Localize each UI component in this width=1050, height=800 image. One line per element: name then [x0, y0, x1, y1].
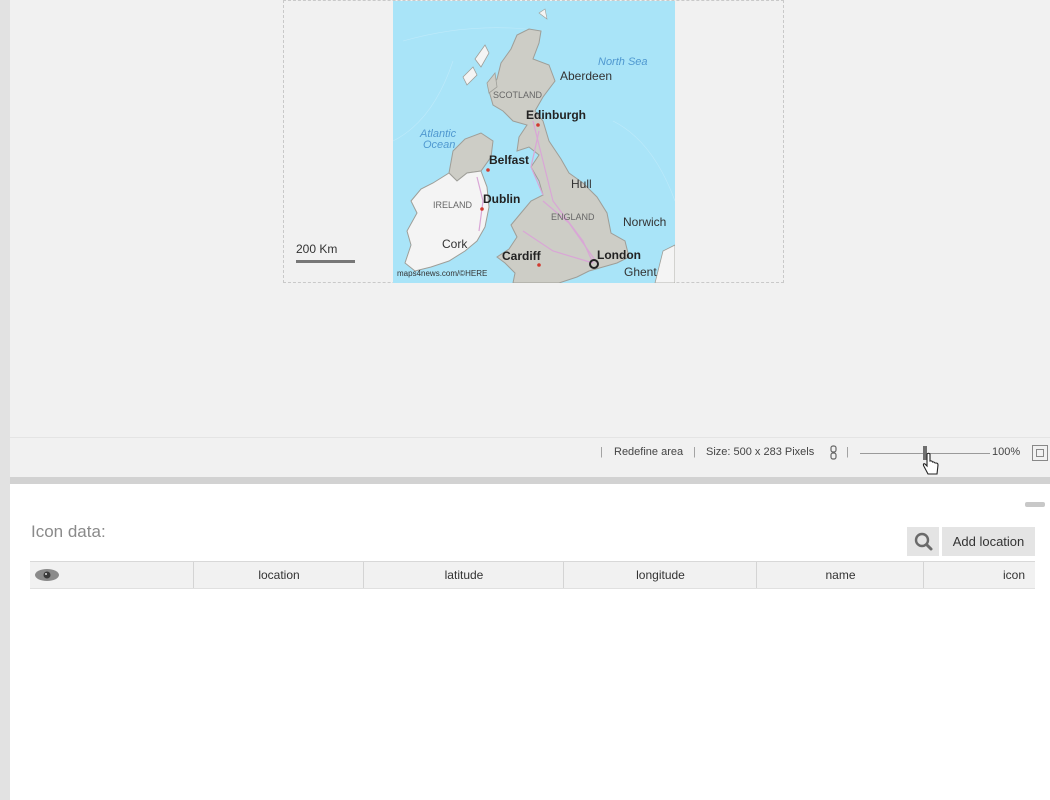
label-hull: Hull: [571, 177, 592, 191]
map-attribution: maps4news.com/©HERE: [397, 269, 488, 278]
link-aspect-icon[interactable]: [830, 445, 837, 463]
column-header-latitude[interactable]: latitude: [363, 562, 564, 588]
label-ocean: Ocean: [423, 139, 456, 151]
label-scotland: SCOTLAND: [493, 90, 543, 100]
panel-collapse-button[interactable]: [1025, 502, 1045, 507]
scale-label: 200 Km: [296, 242, 338, 256]
label-dublin: Dublin: [483, 192, 521, 206]
label-cardiff: Cardiff: [502, 249, 541, 263]
panel-title: Icon data:: [31, 522, 106, 541]
size-readout: Size: 500 x 283 Pixels: [706, 446, 815, 458]
label-norwich: Norwich: [623, 215, 667, 229]
redefine-area-button[interactable]: Redefine area: [614, 446, 683, 458]
label-london: London: [597, 248, 641, 262]
icon-data-panel: Icon data: Add location location latitud…: [10, 484, 1050, 800]
zoom-readout: 100%: [992, 446, 1021, 458]
table-header: location latitude longitude name icon: [30, 561, 1035, 589]
label-edinburgh: Edinburgh: [526, 108, 586, 122]
eye-icon: [35, 569, 59, 581]
separator: |: [600, 446, 603, 458]
label-north-sea: North Sea: [598, 56, 648, 68]
separator: |: [846, 446, 849, 458]
add-location-button[interactable]: Add location: [942, 527, 1035, 556]
column-header-icon[interactable]: icon: [923, 562, 1035, 588]
column-header-location[interactable]: location: [193, 562, 364, 588]
left-edge-strip: [0, 0, 10, 800]
search-icon: [914, 532, 933, 551]
label-england: ENGLAND: [551, 212, 595, 222]
column-header-name[interactable]: name: [756, 562, 924, 588]
separator: |: [693, 446, 696, 458]
fit-to-screen-icon[interactable]: [1032, 445, 1048, 461]
label-ireland: IRELAND: [433, 200, 473, 210]
label-cork: Cork: [442, 237, 468, 251]
label-ghent: Ghent: [624, 265, 657, 279]
map-statusbar: | Redefine area | Size: 500 x 283 Pixels…: [10, 437, 1050, 468]
label-belfast: Belfast: [489, 153, 530, 167]
column-header-longitude[interactable]: longitude: [563, 562, 757, 588]
scale-bar: [296, 260, 355, 263]
hand-cursor-icon: [922, 452, 939, 475]
search-button[interactable]: [907, 527, 939, 556]
scale-bar-widget: 200 Km: [296, 242, 356, 263]
panel-resize-divider[interactable]: [10, 477, 1050, 484]
label-aberdeen: Aberdeen: [560, 69, 613, 83]
map-image[interactable]: North Sea Atlantic Ocean SCOTLAND Aberde…: [393, 1, 675, 283]
visibility-column-header[interactable]: [30, 562, 193, 588]
